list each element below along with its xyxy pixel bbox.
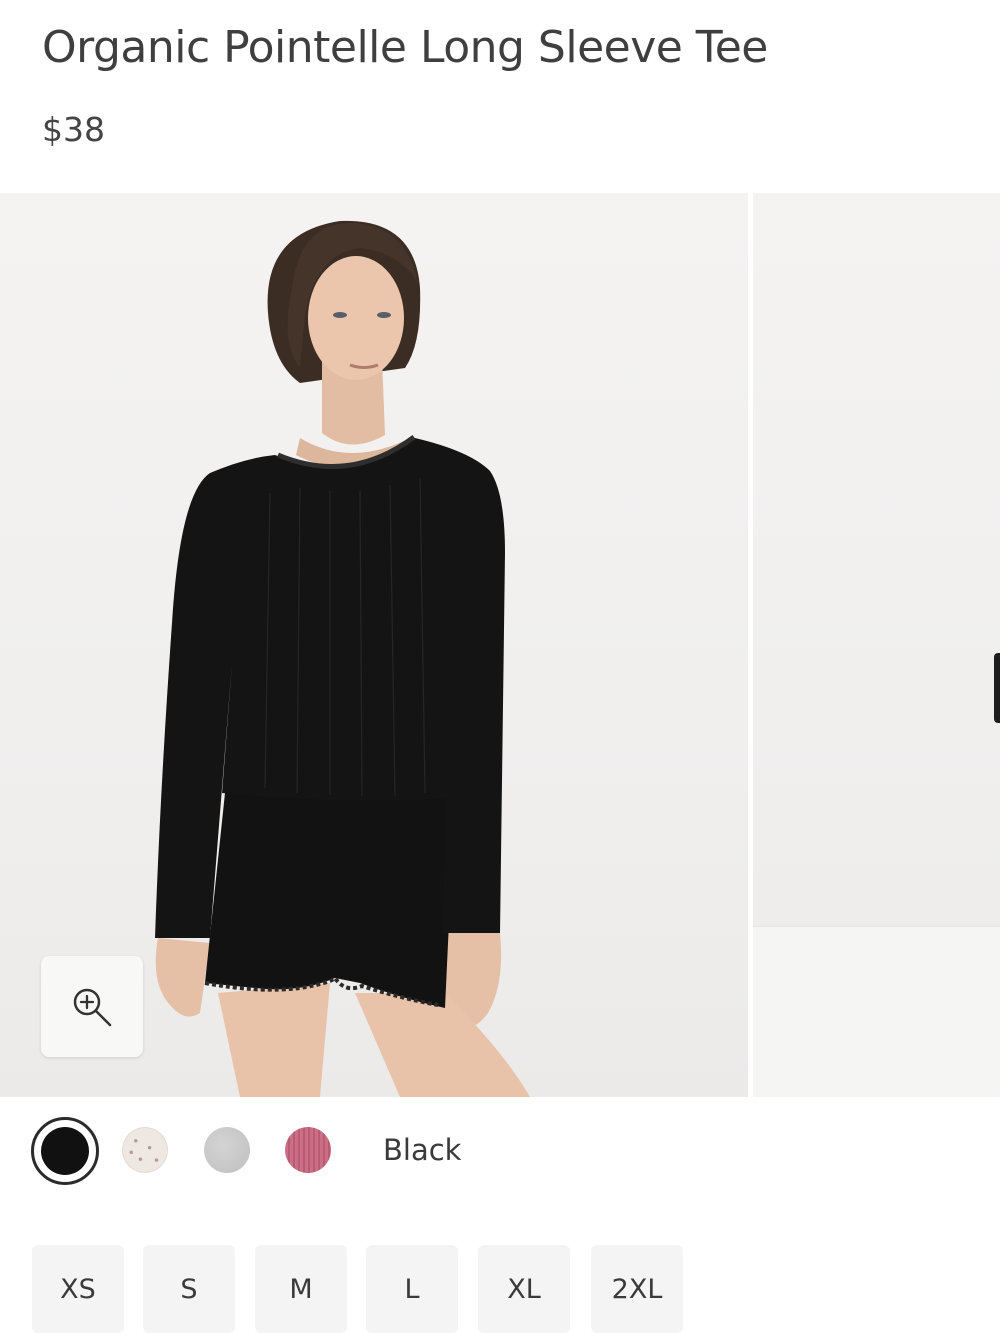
size-xs-button[interactable]: XS bbox=[32, 1245, 124, 1333]
size-2xl-button[interactable]: 2XL bbox=[591, 1245, 683, 1333]
size-l-button[interactable]: L bbox=[366, 1245, 458, 1333]
product-title: Organic Pointelle Long Sleeve Tee bbox=[42, 22, 768, 73]
selected-color-label: Black bbox=[383, 1133, 462, 1167]
swatch-grey[interactable] bbox=[204, 1127, 250, 1173]
zoom-in-icon bbox=[73, 988, 112, 1026]
size-m-button[interactable]: M bbox=[255, 1245, 347, 1333]
size-s-button[interactable]: S bbox=[143, 1245, 235, 1333]
model-image-partial bbox=[994, 653, 1000, 723]
size-xl-button[interactable]: XL bbox=[478, 1245, 570, 1333]
swatch-black[interactable] bbox=[31, 1117, 99, 1185]
swatch-oat[interactable] bbox=[122, 1127, 168, 1173]
product-image-next[interactable] bbox=[753, 193, 1000, 1097]
zoom-button[interactable] bbox=[41, 956, 143, 1057]
swatch-black-fill bbox=[41, 1127, 89, 1175]
product-image-gallery[interactable] bbox=[0, 193, 1000, 1097]
swatch-rose[interactable] bbox=[285, 1127, 331, 1173]
product-price: $38 bbox=[42, 110, 105, 149]
image-floor bbox=[753, 926, 1000, 1097]
